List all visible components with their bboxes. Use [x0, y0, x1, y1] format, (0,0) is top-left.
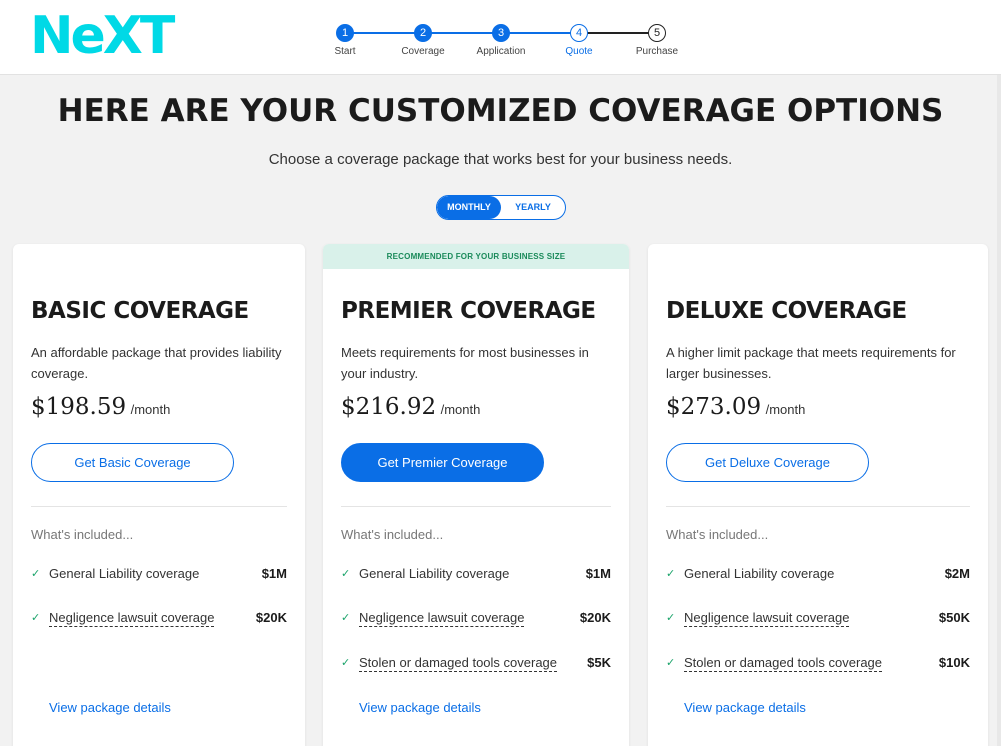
check-icon: ✓ [666, 568, 676, 580]
card-title: BASIC COVERAGE [31, 298, 249, 324]
feature-label-tooltip[interactable]: Stolen or damaged tools coverage [359, 655, 558, 672]
step-start: 1 Start [305, 24, 385, 57]
toggle-yearly[interactable]: YEARLY [501, 196, 565, 219]
feature-row: ✓ Negligence lawsuit coverage $20K [341, 610, 611, 630]
billing-period-toggle: MONTHLY YEARLY [436, 195, 566, 220]
feature-value: $20K [255, 610, 287, 625]
page-subtitle: Choose a coverage package that works bes… [268, 151, 733, 168]
price-row: $216.92 /month [341, 394, 480, 420]
feature-row: ✓ Stolen or damaged tools coverage $5K [341, 655, 611, 675]
get-basic-coverage-button[interactable]: Get Basic Coverage [31, 443, 234, 482]
check-icon: ✓ [31, 612, 41, 624]
divider [666, 506, 970, 507]
feature-label: General Liability coverage [49, 566, 200, 581]
recommended-banner: RECOMMENDED FOR YOUR BUSINESS SIZE [323, 244, 629, 269]
step-application: 3 Application [461, 24, 541, 57]
card-premier-coverage: RECOMMENDED FOR YOUR BUSINESS SIZE PREMI… [323, 244, 629, 746]
feature-row: ✓ General Liability coverage $1M [341, 566, 611, 586]
progress-stepper: 1 Start 2 Coverage 3 Application 4 Quote… [0, 0, 1001, 75]
step-number: 4 [570, 24, 588, 42]
check-icon: ✓ [341, 657, 351, 669]
header: NeXT 1 Start 2 Coverage 3 Application 4 … [0, 0, 1001, 75]
check-icon: ✓ [31, 568, 41, 580]
price-period: /month [440, 402, 481, 417]
step-label: Coverage [401, 46, 445, 57]
feature-value: $10K [938, 655, 970, 670]
step-number: 2 [414, 24, 432, 42]
whats-included-label: What's included... [341, 527, 444, 542]
divider [341, 506, 611, 507]
page-scrollbar[interactable] [997, 75, 1001, 746]
feature-value: $20K [579, 610, 611, 625]
card-basic-coverage: BASIC COVERAGE An affordable package tha… [13, 244, 305, 746]
card-description: An affordable package that provides liab… [31, 345, 282, 381]
price-row: $198.59 /month [31, 394, 170, 420]
feature-label-tooltip[interactable]: Negligence lawsuit coverage [359, 610, 525, 627]
step-coverage: 2 Coverage [383, 24, 463, 57]
whats-included-label: What's included... [31, 527, 134, 542]
feature-label: General Liability coverage [359, 566, 510, 581]
step-purchase: 5 Purchase [617, 24, 697, 57]
feature-value: $50K [938, 610, 970, 625]
get-premier-coverage-button[interactable]: Get Premier Coverage [341, 443, 544, 482]
price-period: /month [130, 402, 171, 417]
feature-row: ✓ Negligence lawsuit coverage $20K [31, 610, 287, 630]
toggle-monthly[interactable]: MONTHLY [437, 196, 501, 219]
feature-row: ✓ General Liability coverage $2M [666, 566, 970, 586]
step-label: Quote [565, 46, 593, 57]
feature-row: ✓ Stolen or damaged tools coverage $10K [666, 655, 970, 675]
feature-value: $5K [587, 655, 611, 670]
step-label: Application [476, 46, 526, 57]
feature-row: ✓ General Liability coverage $1M [31, 566, 287, 586]
feature-label-tooltip[interactable]: Negligence lawsuit coverage [684, 610, 850, 627]
step-number: 3 [492, 24, 510, 42]
price: $273.09 [666, 394, 762, 420]
get-deluxe-coverage-button[interactable]: Get Deluxe Coverage [666, 443, 869, 482]
price: $198.59 [31, 394, 127, 420]
card-description: Meets requirements for most businesses i… [341, 345, 589, 381]
card-title: PREMIER COVERAGE [341, 298, 596, 324]
price: $216.92 [341, 394, 437, 420]
feature-label: General Liability coverage [684, 566, 835, 581]
view-package-details-link[interactable]: View package details [359, 700, 481, 715]
feature-row: ✓ Negligence lawsuit coverage $50K [666, 610, 970, 630]
card-description: A higher limit package that meets requir… [666, 345, 956, 381]
step-label: Start [334, 46, 356, 57]
step-label: Purchase [635, 46, 679, 57]
step-number: 1 [336, 24, 354, 42]
step-quote: 4 Quote [539, 24, 619, 57]
price-row: $273.09 /month [666, 394, 805, 420]
feature-value: $2M [944, 566, 970, 581]
price-period: /month [765, 402, 806, 417]
check-icon: ✓ [341, 568, 351, 580]
card-deluxe-coverage: DELUXE COVERAGE A higher limit package t… [648, 244, 988, 746]
feature-label-tooltip[interactable]: Negligence lawsuit coverage [49, 610, 215, 627]
divider [31, 506, 287, 507]
card-title: DELUXE COVERAGE [666, 298, 907, 324]
step-number: 5 [648, 24, 666, 42]
view-package-details-link[interactable]: View package details [49, 700, 171, 715]
feature-value: $1M [261, 566, 287, 581]
check-icon: ✓ [666, 657, 676, 669]
feature-value: $1M [585, 566, 611, 581]
page-title: Here are your customized coverage option… [57, 93, 944, 129]
check-icon: ✓ [341, 612, 351, 624]
check-icon: ✓ [666, 612, 676, 624]
feature-label-tooltip[interactable]: Stolen or damaged tools coverage [684, 655, 883, 672]
view-package-details-link[interactable]: View package details [684, 700, 806, 715]
whats-included-label: What's included... [666, 527, 769, 542]
